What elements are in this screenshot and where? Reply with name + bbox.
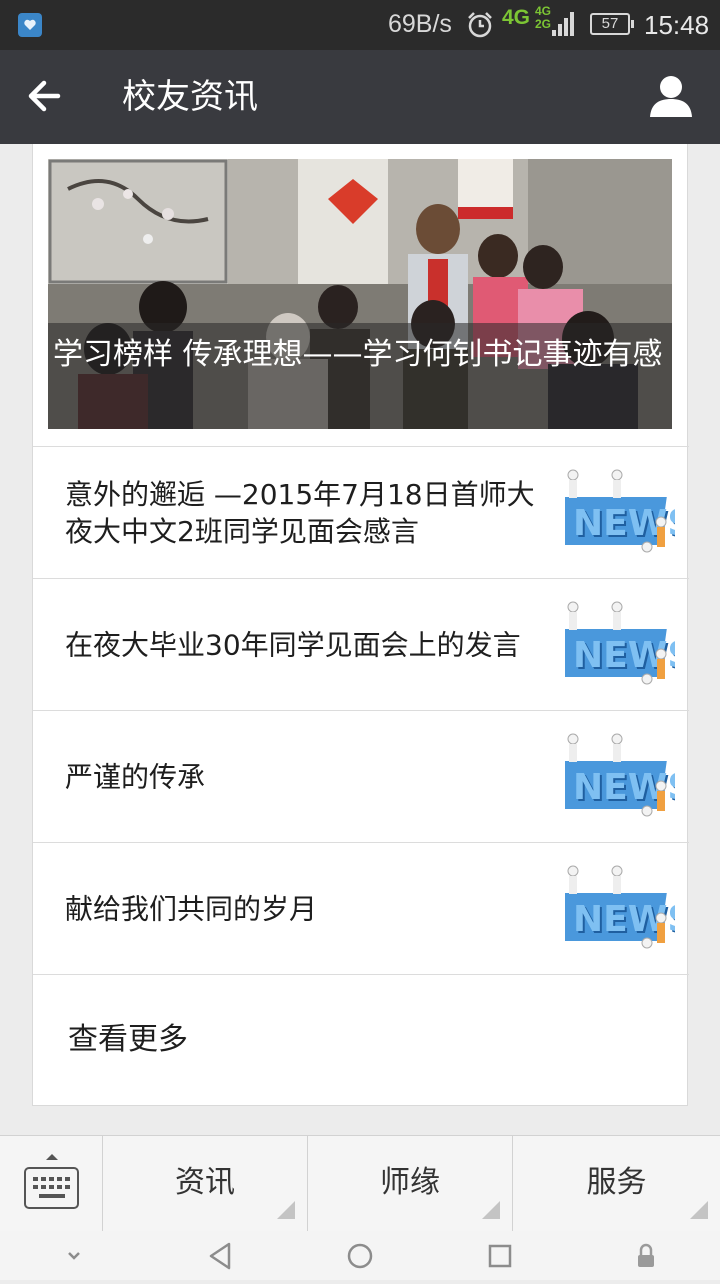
article-title: 献给我们共同的岁月 [65,892,318,925]
tab-label: 师缘 [380,1165,440,1200]
nav-lock-button[interactable] [630,1231,662,1280]
status-bar: 69B/s 4G 4G 2G 57 15:48 [0,0,720,50]
news-icon: NEWS NEWS [565,469,675,553]
network-type-secondary: 4G 2G [535,4,552,31]
page-title: 校友资讯 [122,77,258,117]
nav-home-button[interactable] [340,1231,380,1280]
news-icon: NEWS NEWS [565,733,675,817]
tab-services[interactable]: 服务 [513,1136,720,1231]
hero-article[interactable]: 学习榜样 传承理想——学习何钊书记事迹有感 [48,159,672,429]
article-item[interactable]: 意外的邂逅 —2015年7月18日首师大夜大中文2班同学见面会感言 NEWS N… [33,446,689,578]
nav-collapse-button[interactable] [56,1231,92,1280]
keyboard-toggle-button[interactable] [0,1136,103,1231]
bottom-menu: 资讯 师缘 服务 [0,1135,720,1231]
signal-icon [552,12,574,36]
tab-label: 服务 [586,1165,647,1200]
title-bar: 校友资讯 [0,50,720,144]
circle-home-icon [347,1243,373,1269]
nav-back-button[interactable] [200,1231,240,1280]
submenu-indicator-icon [482,1201,500,1219]
submenu-indicator-icon [277,1201,295,1219]
view-more-label: 查看更多 [68,1022,188,1057]
tab-news[interactable]: 资讯 [103,1136,308,1231]
article-title: 在夜大毕业30年同学见面会上的发言 [65,628,521,661]
triangle-back-icon [209,1242,231,1270]
profile-button[interactable] [648,72,698,122]
article-item[interactable]: 献给我们共同的岁月 NEWS NEWS [33,842,689,974]
square-recents-icon [488,1244,512,1268]
keyboard-icon [24,1154,79,1209]
person-icon [650,76,692,117]
battery-indicator: 57 [590,13,634,35]
hero-caption: 学习榜样 传承理想——学习何钊书记事迹有感 [53,337,663,372]
tab-teachers[interactable]: 师缘 [308,1136,513,1231]
net-speed: 69B/s [388,10,452,38]
article-item[interactable]: 严谨的传承 NEWS NEWS [33,710,689,842]
alarm-icon [468,12,492,38]
lock-icon [638,1243,654,1267]
clock: 15:48 [644,10,710,40]
tab-label: 资讯 [175,1165,235,1200]
system-nav-bar [0,1231,720,1280]
article-item[interactable]: 在夜大毕业30年同学见面会上的发言 NEWS NEWS [33,578,689,710]
nav-recents-button[interactable] [480,1231,520,1280]
news-icon: NEWS NEWS [565,601,675,685]
arrow-left-icon [28,80,61,112]
article-title: 严谨的传承 [65,760,206,793]
view-more-button[interactable]: 查看更多 [33,974,689,1105]
back-button[interactable] [22,74,74,120]
network-type: 4G [502,6,531,29]
news-icon: NEWS NEWS [565,865,675,949]
app-notification-icon [18,13,42,37]
article-title: 意外的邂逅 —2015年7月18日首师大夜大中文2班同学见面会感言 [65,477,535,548]
chevron-down-icon [68,1252,80,1260]
news-card: 学习榜样 传承理想——学习何钊书记事迹有感 意外的邂逅 —2015年7月18日首… [32,144,689,1106]
submenu-indicator-icon [690,1201,708,1219]
